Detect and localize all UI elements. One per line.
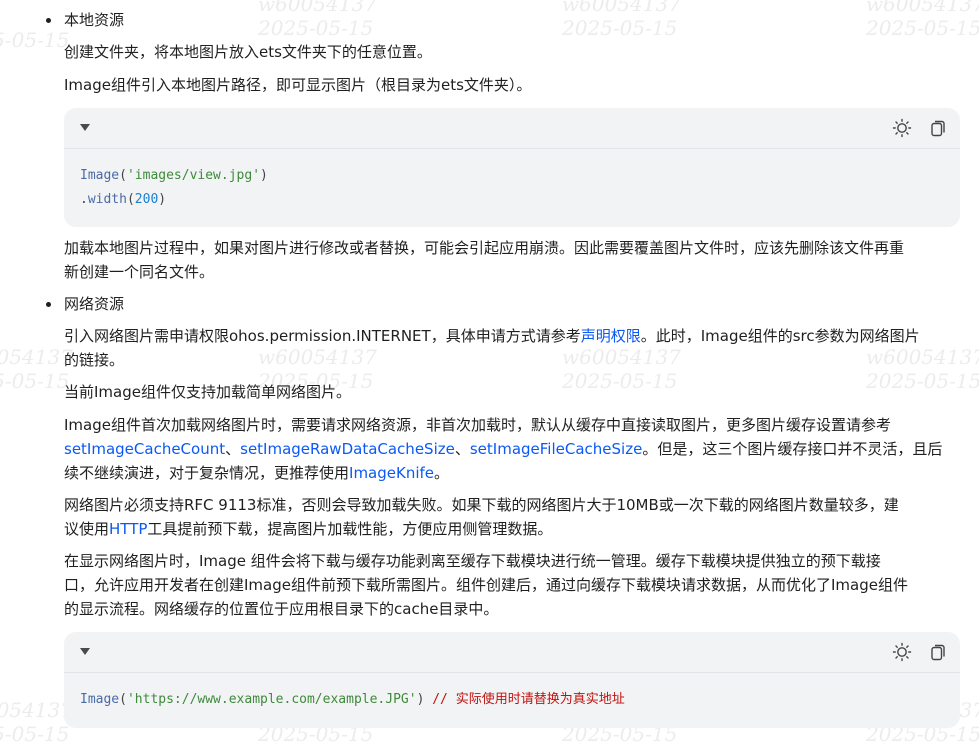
link-setimagecachecount[interactable]: setImageCacheCount — [64, 440, 225, 458]
paragraph: 的显示流程。网络缓存的位置位于应用根目录下的cache目录中。 — [64, 600, 499, 618]
code-line: .width(200) — [80, 192, 167, 207]
caret-down-icon[interactable] — [80, 648, 90, 655]
paragraph: 当前Image组件仅支持加载简单网络图片。 — [64, 383, 351, 401]
section-heading-network: 网络资源 — [64, 295, 125, 313]
doc-content: 本地资源 创建文件夹，将本地图片放入ets文件夹下的任意位置。 Image组件引… — [0, 0, 979, 731]
paragraph: 议使用HTTP工具提前预下载，提高图片加载性能，方便应用侧管理数据。 — [64, 520, 553, 538]
code-block-network: Image('https://www.example.com/example.J… — [64, 632, 960, 728]
paragraph: 续不继续演进，对于复杂情况，更推荐使用ImageKnife。 — [64, 464, 450, 482]
paragraph: 引入网络图片需申请权限ohos.permission.INTERNET，具体申请… — [64, 327, 920, 345]
code-toolbar — [64, 632, 960, 673]
code-line: Image('images/view.jpg') — [80, 168, 268, 183]
paragraph: Image组件引入本地图片路径，即可显示图片（根目录为ets文件夹）。 — [64, 76, 532, 94]
copy-icon[interactable] — [928, 642, 948, 662]
paragraph: 创建文件夹，将本地图片放入ets文件夹下的任意位置。 — [64, 43, 432, 61]
paragraph: 加载本地图片过程中，如果对图片进行修改或者替换，可能会引起应用崩溃。因此需要覆盖… — [64, 239, 905, 257]
copy-icon[interactable] — [928, 118, 948, 138]
paragraph: 的链接。 — [64, 351, 125, 369]
sun-icon[interactable] — [892, 642, 912, 662]
paragraph: Image组件首次加载网络图片时，需要请求网络资源，非首次加载时，默认从缓存中直… — [64, 416, 891, 434]
paragraph: 新创建一个同名文件。 — [64, 263, 215, 281]
paragraph: 网络图片必须支持RFC 9113标准，否则会导致加载失败。如果下载的网络图片大于… — [64, 496, 899, 514]
paragraph: 口，允许应用开发者在创建Image组件前预下载所需图片。组件创建后，通过向缓存下… — [64, 576, 908, 594]
link-http[interactable]: HTTP — [109, 520, 147, 538]
code-block-local: Image('images/view.jpg') .width(200) — [64, 108, 960, 227]
code-toolbar — [64, 108, 960, 149]
caret-down-icon[interactable] — [80, 124, 90, 131]
section-heading-local: 本地资源 — [64, 11, 125, 29]
list-bullet — [46, 18, 51, 23]
code-line: Image('https://www.example.com/example.J… — [80, 692, 625, 707]
sun-icon[interactable] — [892, 118, 912, 138]
link-setimagerawdatacachesize[interactable]: setImageRawDataCacheSize — [240, 440, 455, 458]
paragraph: 在显示网络图片时，Image 组件会将下载与缓存功能剥离至缓存下载模块进行统一管… — [64, 552, 881, 570]
link-setimagefilecachesize[interactable]: setImageFileCacheSize — [470, 440, 642, 458]
link-imageknife[interactable]: ImageKnife — [349, 464, 434, 482]
list-bullet — [46, 302, 51, 307]
paragraph: setImageCacheCount、setImageRawDataCacheS… — [64, 440, 943, 458]
link-declare-permission[interactable]: 声明权限 — [581, 327, 641, 345]
